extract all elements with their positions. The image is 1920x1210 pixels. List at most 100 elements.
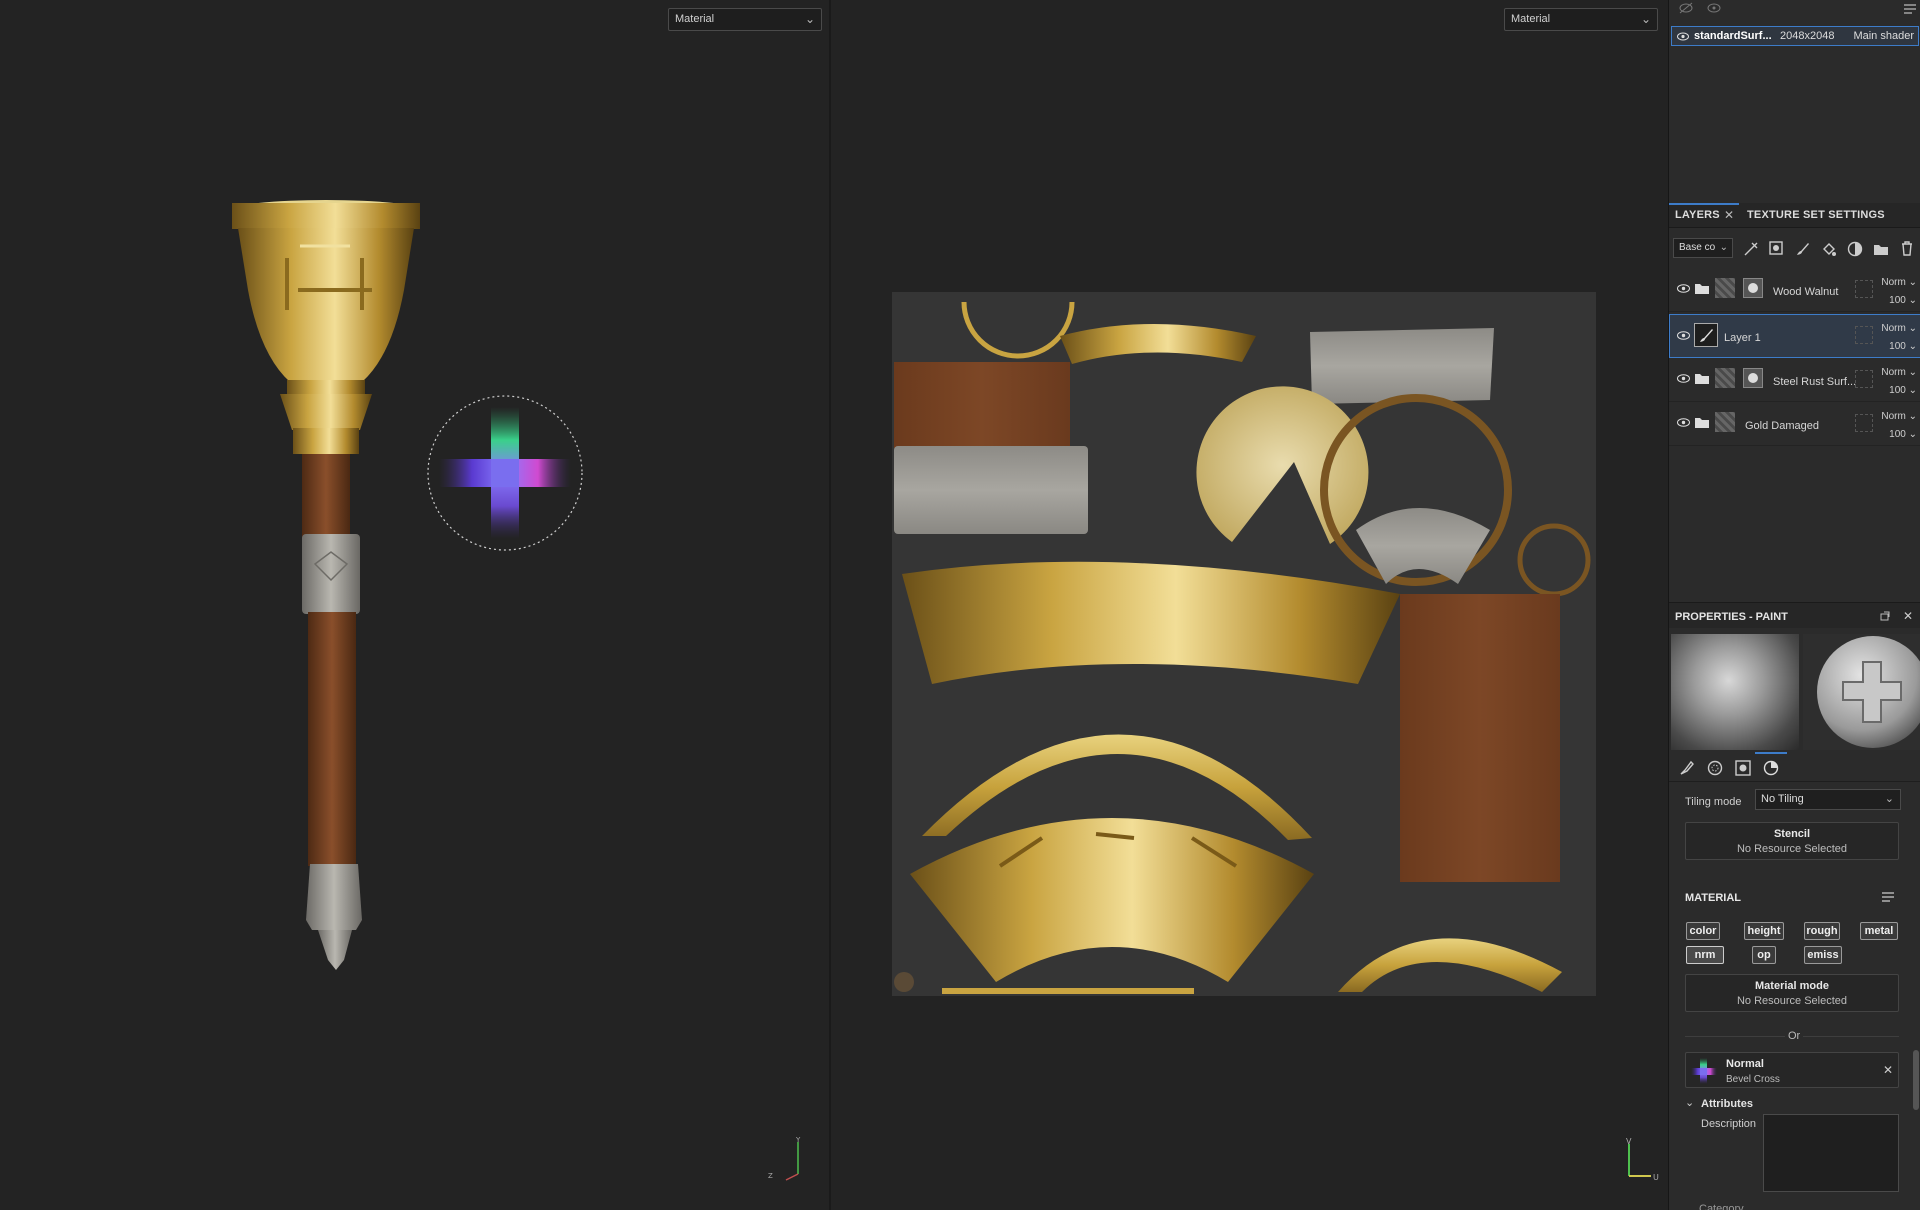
layer-mask-slot[interactable] [1855,280,1873,298]
svg-text:Y: Y [795,1136,801,1144]
channel-select[interactable]: Base co ⌄ [1673,238,1733,258]
folder-icon[interactable] [1873,241,1889,257]
paint-brush-icon[interactable] [1795,241,1811,257]
tiling-mode-label: Tiling mode [1685,796,1742,808]
channel-toggle-color[interactable]: color [1686,922,1720,940]
axis-gizmo-icon: Y Z [768,1136,801,1181]
close-icon[interactable]: ✕ [1903,609,1913,623]
material-preview [1803,634,1920,750]
properties-header: PROPERTIES - PAINT ✕ [1669,602,1920,628]
material-section-label: MATERIAL [1685,892,1742,904]
description-label: Description [1701,1118,1757,1130]
selected-resource[interactable]: Normal Bevel Cross ✕ [1685,1052,1899,1088]
mask-thumbnail [1743,368,1763,388]
tiling-mode-select[interactable]: No Tiling ⌄ [1755,789,1901,810]
resource-subtitle: Bevel Cross [1726,1074,1780,1085]
paint-layer-thumbnail [1694,323,1718,347]
tab-layers[interactable]: LAYERS ✕ [1669,203,1739,228]
layer-row[interactable]: Steel Rust Surf... Norm ⌄ 100 ⌄ [1669,358,1920,402]
eye-icon[interactable] [1677,374,1690,383]
eye-icon[interactable] [1677,331,1690,340]
layer-name: Steel Rust Surf... [1773,376,1857,388]
brush-tool-icon[interactable] [1679,760,1695,776]
panel-menu-icon[interactable] [1903,2,1917,16]
alpha-preview [1671,634,1799,750]
resource-title: Normal [1726,1058,1764,1070]
material-mode-slot[interactable]: Material mode No Resource Selected [1685,974,1899,1012]
properties-tabs [1669,752,1920,782]
add-effect-icon[interactable] [1743,241,1759,257]
channel-toggle-metal[interactable]: metal [1860,922,1898,940]
material-icon[interactable] [1763,760,1779,776]
svg-text:V: V [1626,1137,1632,1146]
active-tab-indicator [1755,752,1787,754]
or-label: Or [1785,1030,1804,1042]
layer-row[interactable]: Layer 1 Norm ⌄ 100 ⌄ [1669,314,1920,358]
layer-name: Gold Damaged [1745,420,1819,432]
brush-cursor [427,395,583,551]
eye-icon[interactable] [1677,32,1689,41]
layer-thumbnail [1715,368,1735,388]
layer-thumbnail [1715,278,1735,298]
layer-blend[interactable]: Norm ⌄ 100 ⌄ [1881,364,1917,400]
hidden-eye-icon[interactable] [1679,2,1693,14]
layers-tabbar: LAYERS ✕ TEXTURE SET SETTINGS [1669,203,1920,228]
eye-icon[interactable] [1707,2,1721,14]
chevron-down-icon[interactable]: ⌄ [1685,1096,1694,1109]
undock-icon[interactable] [1880,611,1890,621]
layer-blend[interactable]: Norm ⌄ 100 ⌄ [1881,320,1917,356]
folder-icon [1695,284,1709,294]
folder-icon [1695,374,1709,384]
properties-title: PROPERTIES - PAINT [1675,611,1788,623]
viewport-3d[interactable]: Material ⌄ Y Z [0,0,831,1210]
uv-texture-map [892,292,1596,996]
chevron-down-icon: ⌄ [1884,793,1894,805]
paint-brush-icon [1700,329,1713,342]
viewport-2d[interactable]: Material ⌄ V U [833,0,1668,1210]
category-label: Category [1699,1203,1744,1210]
channel-toggle-nrm[interactable]: nrm [1686,946,1724,964]
smart-material-icon[interactable] [1847,241,1863,257]
layer-mask-slot[interactable] [1855,370,1873,388]
texture-set-shader: Main shader [1853,30,1914,42]
chevron-down-icon: ⌄ [1719,242,1728,253]
material-menu-icon[interactable] [1881,890,1895,904]
layer-mask-slot[interactable] [1855,414,1873,432]
close-icon[interactable]: ✕ [1724,205,1734,226]
layers-toolbar: Base co ⌄ [1669,234,1920,262]
folder-icon [1695,418,1709,428]
channel-toggle-rough[interactable]: rough [1804,922,1840,940]
add-mask-icon[interactable] [1769,241,1785,257]
fill-bucket-icon[interactable] [1821,241,1837,257]
texture-set-row[interactable]: standardSurf... 2048x2048 Main shader [1671,26,1919,46]
layer-name: Wood Walnut [1773,286,1839,298]
viewport-2d-mode-select[interactable]: Material ⌄ [1504,8,1658,31]
layer-thumbnail [1715,412,1735,432]
description-field[interactable] [1763,1114,1899,1192]
mask-thumbnail [1743,278,1763,298]
close-icon[interactable]: ✕ [1883,1063,1893,1077]
layer-row[interactable]: Wood Walnut Norm ⌄ 100 ⌄ [1669,268,1920,312]
stencil-slot[interactable]: Stencil No Resource Selected [1685,822,1899,860]
layer-blend[interactable]: Norm ⌄ 100 ⌄ [1881,408,1917,444]
layer-mask-slot[interactable] [1855,326,1873,344]
right-panel: standardSurf... 2048x2048 Main shader LA… [1668,0,1920,1210]
material-sphere [1817,636,1920,748]
channel-toggle-emiss[interactable]: emiss [1804,946,1842,964]
uv-axis-gizmo-icon: V U [1626,1137,1659,1182]
eye-icon[interactable] [1677,284,1690,293]
properties-scrollbar[interactable] [1913,1050,1919,1110]
trash-icon[interactable] [1899,240,1915,256]
texture-set-resolution: 2048x2048 [1780,30,1835,42]
eye-icon[interactable] [1677,418,1690,427]
svg-text:Z: Z [768,1172,773,1180]
channel-toggle-height[interactable]: height [1744,922,1784,940]
layer-blend[interactable]: Norm ⌄ 100 ⌄ [1881,274,1917,310]
stencil-icon[interactable] [1735,760,1751,776]
channel-toggle-op[interactable]: op [1752,946,1776,964]
svg-text:U: U [1653,1173,1659,1182]
layer-row[interactable]: Gold Damaged Norm ⌄ 100 ⌄ [1669,402,1920,446]
alpha-icon[interactable] [1707,760,1723,776]
tab-texture-set-settings[interactable]: TEXTURE SET SETTINGS [1747,203,1885,228]
attributes-label[interactable]: Attributes [1701,1098,1753,1110]
